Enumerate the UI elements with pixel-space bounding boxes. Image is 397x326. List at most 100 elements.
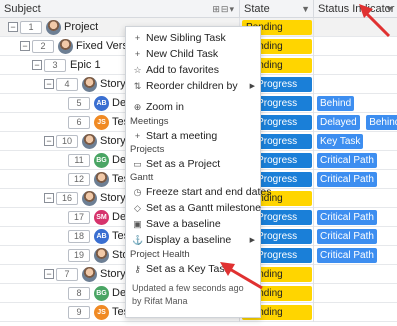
avatar: AB [94,229,109,244]
submenu-arrow-icon: ▶ [249,83,255,90]
avatar: JS [94,305,109,320]
menu-item-start-meeting[interactable]: + Start a meeting [126,129,260,144]
status-indicator-cell[interactable]: Critical Path [314,227,397,246]
row-number: 11 [68,154,90,167]
menu-item-label: Freeze start and end dates [146,186,272,198]
column-header-subject-label: Subject [4,3,41,15]
status-indicator-cell[interactable]: Critical Path [314,208,397,227]
row-number: 8 [68,287,90,300]
milestone-icon: ◇ [134,203,141,213]
row-number: 4 [56,78,78,91]
zoom-icon: ⊕ [133,102,142,112]
star-icon: ☆ [133,65,142,75]
menu-item-reorder-children[interactable]: ⇅ Reorder children by ▶ [126,79,260,94]
status-indicator-cell[interactable]: Critical Path [314,151,397,170]
status-tag: Critical Path [317,153,377,168]
avatar [82,267,97,282]
row-number: 7 [56,268,78,281]
column-header-state[interactable]: State ▼ [240,0,314,18]
menu-item-zoom-in[interactable]: ⊕ Zoom in [126,100,260,115]
menu-item-label: Reorder children by [146,80,238,92]
status-indicator-cell[interactable]: Critical Path [314,170,397,189]
menu-section-projects: Projects [130,144,165,155]
status-indicator-cell[interactable] [314,284,397,303]
menu-item-label: Display a baseline [146,234,232,246]
avatar: BG [94,153,109,168]
avatar [82,134,97,149]
status-tag: Key Task [317,134,364,149]
baseline-icon: ⚓ [132,235,144,245]
filter-icon[interactable]: ▼ [301,0,310,18]
project-icon: ▭ [133,159,142,169]
collapse-toggle-icon[interactable]: − [44,79,54,89]
row-number: 17 [68,211,90,224]
plus-icon: + [134,49,141,59]
avatar [94,248,109,263]
status-tag: Critical Path [317,248,377,263]
menu-item-label: Start a meeting [146,130,218,142]
menu-item-label: Set as a Gantt milestone [146,202,261,214]
column-header-subject[interactable]: Subject ⊞⊟▾ [0,0,240,18]
status-tag: Behind [366,115,397,130]
menu-item-add-favorites[interactable]: ☆ Add to favorites [126,63,260,78]
sort-icon: ⇅ [133,81,142,91]
row-number: 19 [68,249,90,262]
collapse-toggle-icon[interactable]: − [8,22,18,32]
menu-item-display-baseline[interactable]: ⚓ Display a baseline ▶ [126,233,260,248]
collapse-toggle-icon[interactable]: − [44,193,54,203]
row-number: 10 [56,135,78,148]
avatar [58,39,73,54]
annotation-arrow-key-task [220,262,263,290]
status-indicator-cell[interactable] [314,303,397,322]
annotation-arrow-status [359,4,391,38]
menu-item-label: Save a baseline [146,218,221,230]
menu-item-new-child-task[interactable]: + New Child Task [126,47,260,62]
status-indicator-cell[interactable] [314,265,397,284]
menu-item-gantt-milestone[interactable]: ◇ Set as a Gantt milestone [126,201,261,216]
status-indicator-cell[interactable]: Delayed Behind [314,113,397,132]
avatar [94,172,109,187]
submenu-arrow-icon: ▶ [249,237,255,244]
avatar: BG [94,286,109,301]
task-label: Epic 1 [70,59,101,71]
row-number: 2 [32,40,54,53]
collapse-toggle-icon[interactable]: − [44,269,54,279]
menu-section-project-health: Project Health [130,249,190,260]
menu-updated-by: by Rifat Mana [132,296,188,306]
menu-item-label: Set as a Project [146,158,221,170]
grid-header: Subject ⊞⊟▾ State ▼ Status Indicator ▼ [0,0,397,18]
status-indicator-cell[interactable] [314,189,397,208]
status-tag: Critical Path [317,229,377,244]
menu-item-freeze-dates[interactable]: ◷ Freeze start and end dates [126,185,272,200]
save-icon: ▣ [133,219,142,229]
status-indicator-cell[interactable]: Behind [314,94,397,113]
avatar: JS [94,115,109,130]
row-number: 12 [68,173,90,186]
status-indicator-cell[interactable] [314,75,397,94]
freeze-icon: ◷ [133,187,142,197]
avatar: AB [94,96,109,111]
collapse-toggle-icon[interactable]: − [20,41,30,51]
row-number: 1 [20,21,42,34]
row-number: 16 [56,192,78,205]
plus-icon: + [134,33,141,43]
menu-item-label: Zoom in [146,101,184,113]
menu-item-label: New Sibling Task [146,32,226,44]
row-number: 3 [44,59,66,72]
status-indicator-cell[interactable] [314,56,397,75]
status-tag: Critical Path [317,210,377,225]
collapse-toggle-icon[interactable]: − [32,60,42,70]
plus-icon: + [134,131,141,141]
status-indicator-cell[interactable]: Critical Path [314,246,397,265]
status-tag: Behind [317,96,355,111]
row-number: 9 [68,306,90,319]
menu-item-new-sibling-task[interactable]: + New Sibling Task [126,31,260,46]
expand-collapse-icons[interactable]: ⊞⊟▾ [212,0,235,18]
menu-item-set-project[interactable]: ▭ Set as a Project [126,157,260,172]
avatar: SM [94,210,109,225]
menu-section-meetings: Meetings [130,116,169,127]
status-indicator-cell[interactable]: Key Task [314,132,397,151]
menu-item-save-baseline[interactable]: ▣ Save a baseline [126,217,260,232]
status-tag: Critical Path [317,172,377,187]
collapse-toggle-icon[interactable]: − [44,136,54,146]
